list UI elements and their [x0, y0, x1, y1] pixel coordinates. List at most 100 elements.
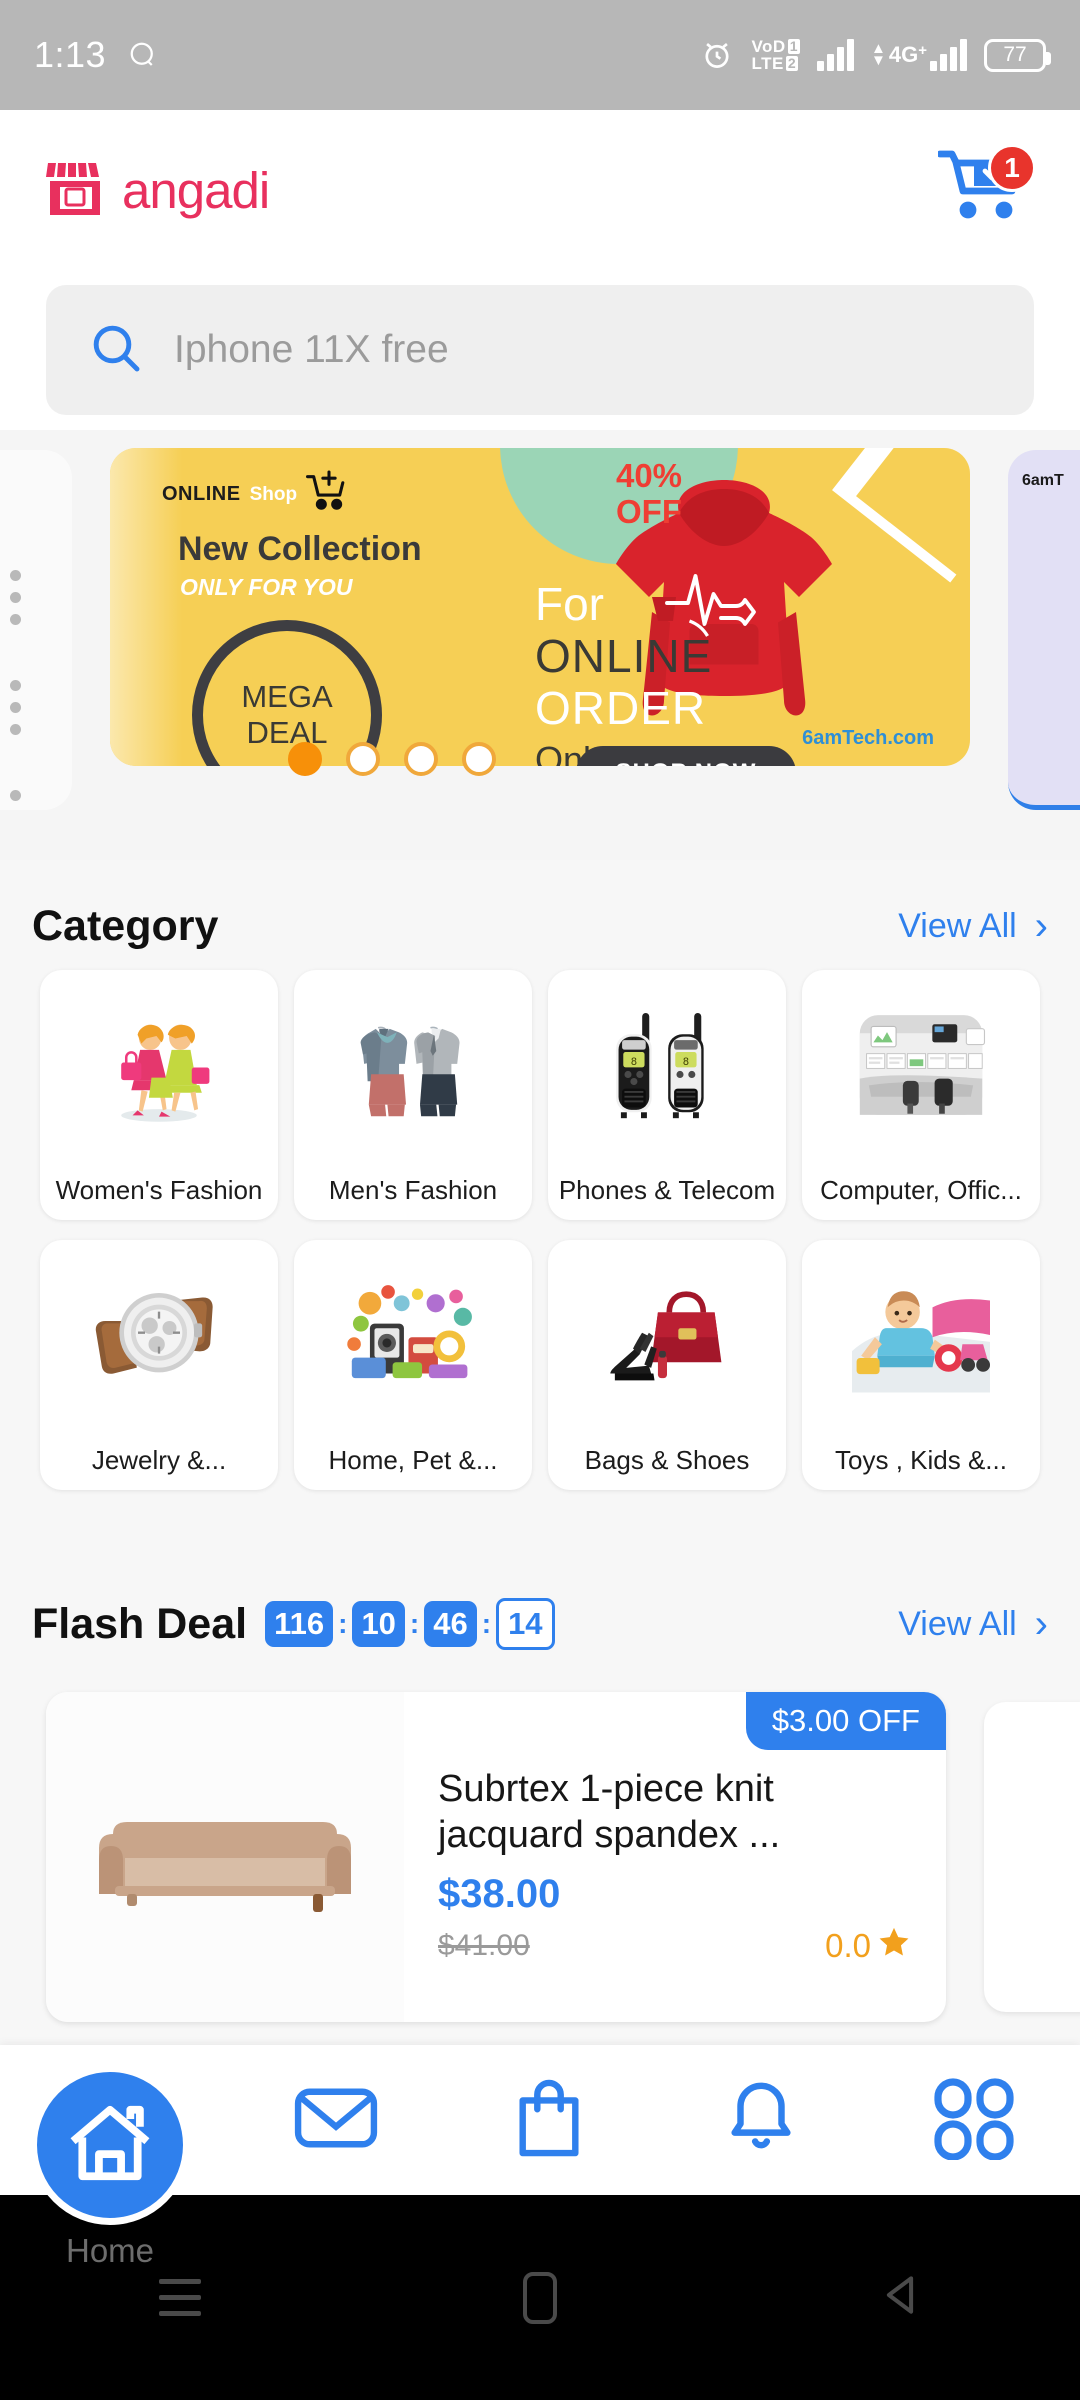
category-item-toys-kids[interactable]: Toys , Kids &...	[802, 1240, 1040, 1490]
search-bar-container: Iphone 11X free	[0, 270, 1080, 430]
android-back-button[interactable]	[720, 2271, 1080, 2324]
nav-item-home[interactable]	[30, 2065, 190, 2225]
category-label: Computer, Offic...	[820, 1174, 1022, 1205]
banner-headline: New Collection	[178, 530, 422, 568]
category-item-home-pet[interactable]: Home, Pet &...	[294, 1240, 532, 1490]
banner-order-text: For ONLINE ORDER Only	[535, 578, 713, 766]
envelope-icon	[292, 2083, 380, 2158]
toys-kids-icon	[802, 1240, 1040, 1430]
category-item-computer-office[interactable]: Computer, Offic...	[802, 970, 1040, 1220]
countdown-seconds: 14	[496, 1598, 555, 1650]
home-square-icon	[523, 2271, 557, 2324]
android-home-button[interactable]	[360, 2271, 720, 2324]
banner-online-shop-label: ONLINE Shop	[162, 470, 352, 519]
alarm-clock-icon	[700, 38, 734, 72]
banner-next-peek[interactable]: 6amT	[1008, 450, 1080, 810]
flash-deal-product-list: $3.00 OFF Subrtex 1-piece knit jacquard …	[0, 1692, 1080, 2062]
product-info: $3.00 OFF Subrtex 1-piece knit jacquard …	[404, 1692, 946, 2022]
category-item-mens-fashion[interactable]: Men's Fashion	[294, 970, 532, 1220]
category-label: Bags & Shoes	[584, 1444, 750, 1475]
flash-deal-view-all-button[interactable]: View All ›	[898, 1602, 1048, 1646]
search-input[interactable]: Iphone 11X free	[46, 285, 1034, 415]
bags-shoes-icon	[548, 1240, 786, 1430]
home-icon	[62, 2095, 158, 2196]
status-time: 1:13	[34, 34, 107, 75]
shop-storefront-icon	[46, 161, 108, 219]
app-header: angadi 1	[0, 110, 1080, 270]
chevron-right-icon: ›	[1034, 1602, 1048, 1646]
category-label: Women's Fashion	[55, 1174, 263, 1205]
banner-slide-active[interactable]: 40% OFF ONLINE Shop New Collection ONLY F…	[110, 448, 970, 766]
nav-item-notifications[interactable]	[655, 2077, 868, 2164]
volte-icon: VoD 1 LTE 2	[751, 37, 801, 73]
product-image	[46, 1692, 404, 2022]
cart-button[interactable]: 1	[936, 144, 1036, 232]
status-bar-left: 1:13	[34, 34, 158, 76]
svg-text:8: 8	[631, 1057, 637, 1069]
product-card[interactable]: $3.00 OFF Subrtex 1-piece knit jacquard …	[46, 1692, 946, 2022]
home-pet-icon	[294, 1240, 532, 1430]
chevron-right-icon: ›	[1034, 904, 1048, 948]
search-icon	[88, 320, 144, 381]
menu-hamburger-icon	[159, 2279, 201, 2316]
product-rating: 0.0	[825, 1925, 912, 1967]
category-item-womens-fashion[interactable]: Women's Fashion	[40, 970, 278, 1220]
countdown-sep: :	[338, 1608, 348, 1639]
android-recents-button[interactable]	[0, 2279, 360, 2316]
jewelry-watch-icon	[40, 1240, 278, 1430]
carousel-dot-2[interactable]	[346, 742, 380, 776]
product-discount-badge: $3.00 OFF	[745, 1692, 946, 1750]
womens-fashion-icon	[40, 970, 278, 1160]
product-rating-value: 0.0	[825, 1927, 871, 1964]
carousel-dot-4[interactable]	[462, 742, 496, 776]
category-section-header: Category View All ›	[0, 880, 1080, 972]
banner-watermark: 6amTech.com	[802, 727, 934, 749]
brand-name: angadi	[122, 161, 270, 219]
flash-deal-countdown: 116 : 10 : 46 : 14	[265, 1598, 555, 1650]
category-label: Men's Fashion	[328, 1174, 498, 1205]
category-item-jewelry[interactable]: Jewelry &...	[40, 1240, 278, 1490]
nav-item-messages[interactable]	[230, 2083, 443, 2158]
banner-peek-brand: 6amT	[1022, 472, 1064, 489]
android-navigation-bar	[0, 2195, 1080, 2400]
category-title: Category	[32, 901, 219, 950]
banner-subheadline: ONLY FOR YOU	[180, 574, 353, 600]
category-view-all-button[interactable]: View All ›	[898, 904, 1048, 948]
countdown-sep: :	[409, 1608, 420, 1639]
product-card-peek[interactable]	[984, 1702, 1080, 2012]
network-4g-icon: ▲ ▼ 4G +	[871, 39, 967, 71]
carousel-dot-1[interactable]	[288, 742, 322, 776]
product-price: $38.00	[438, 1872, 561, 1916]
category-item-bags-shoes[interactable]: Bags & Shoes	[548, 1240, 786, 1490]
star-icon	[876, 1925, 912, 1967]
countdown-minutes: 46	[424, 1601, 477, 1647]
flash-deal-title: Flash Deal	[32, 1599, 248, 1648]
banner-carousel[interactable]: .com 6amT 40%OFF ONLINE Shop	[0, 430, 1080, 860]
countdown-sep: :	[481, 1608, 492, 1639]
carousel-pagination[interactable]	[288, 742, 496, 776]
app-screen: 1:13 VoD 1 LTE 2 ▲ ▼ 4G + 77 angadi 1 Ip…	[0, 0, 1080, 2400]
banner-discount: 40% OFF	[615, 457, 683, 530]
category-label: Home, Pet &...	[328, 1444, 498, 1475]
signal-bars-sim1-icon	[817, 39, 855, 71]
phones-telecom-icon: 8 8	[548, 970, 786, 1160]
status-bar-right: VoD 1 LTE 2 ▲ ▼ 4G + 77	[700, 37, 1051, 73]
nav-item-menu[interactable]	[868, 2076, 1080, 2165]
nav-item-orders[interactable]	[443, 2077, 656, 2164]
cart-plus-icon	[306, 470, 352, 519]
banner-shop-now-button[interactable]: SHOP NOW	[576, 746, 796, 766]
category-item-phones-telecom[interactable]: 8 8 Phones & Telecom	[548, 970, 786, 1220]
category-grid: Women's Fashion Men's Fashion 8 8 Phones…	[0, 970, 1080, 1490]
flash-deal-section-header: Flash Deal 116 : 10 : 46 : 14 View All ›	[0, 1578, 1080, 1670]
banner-prev-peek[interactable]: .com	[0, 450, 72, 810]
search-placeholder: Iphone 11X free	[174, 328, 449, 371]
product-old-price: $41.00	[438, 1929, 530, 1962]
svg-text:8: 8	[683, 1057, 689, 1069]
battery-level: 77	[1003, 43, 1027, 66]
category-label: Phones & Telecom	[558, 1174, 776, 1205]
countdown-days: 116	[265, 1601, 334, 1647]
shopping-bag-icon	[511, 2077, 587, 2164]
carousel-dot-3[interactable]	[404, 742, 438, 776]
brand-logo[interactable]: angadi	[46, 161, 270, 220]
computer-office-icon	[802, 970, 1040, 1160]
